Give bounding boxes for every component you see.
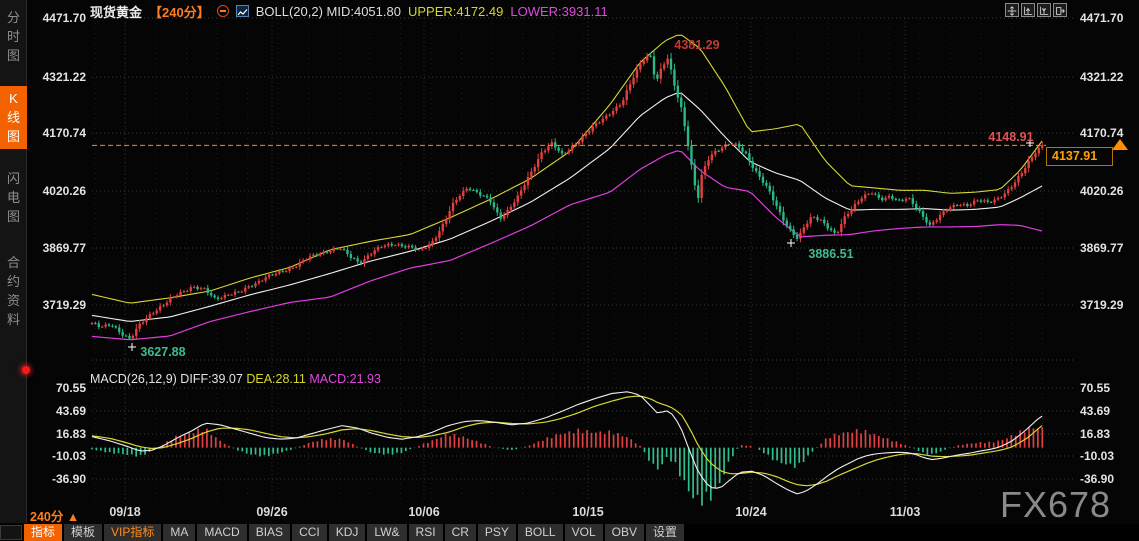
- exit-icon[interactable]: [1053, 3, 1067, 17]
- price-axis-label-right: 4471.70: [1080, 11, 1136, 25]
- macd-axis-label-left: 43.69: [30, 404, 86, 418]
- toolbar-button-MA[interactable]: MA: [163, 524, 195, 541]
- macd-axis-label-right: -36.90: [1080, 472, 1136, 486]
- price-annotation: 3627.88: [140, 345, 185, 359]
- toolbar-button-CCI[interactable]: CCI: [292, 524, 327, 541]
- date-axis-label: 10/24: [719, 505, 783, 519]
- price-axis-label-right: 4020.26: [1080, 184, 1136, 198]
- price-axis-label-left: 4321.22: [30, 70, 86, 84]
- macd-axis-label-left: -10.03: [30, 449, 86, 463]
- fx678-watermark: FX678: [1000, 484, 1111, 526]
- axis-zoom-in-icon[interactable]: [1021, 3, 1035, 17]
- macd-axis-label-left: -36.90: [30, 472, 86, 486]
- interval-footer-label[interactable]: 240分 ▲: [30, 506, 79, 525]
- toolbar-button-VOL[interactable]: VOL: [565, 524, 603, 541]
- sidebar-tab-2[interactable]: K线图: [0, 86, 27, 149]
- toolbar-button-MACD[interactable]: MACD: [197, 524, 246, 541]
- toolbar-button-OBV[interactable]: OBV: [605, 524, 644, 541]
- price-annotation: 4381.29: [674, 38, 719, 52]
- toolbar-button-KDJ[interactable]: KDJ: [329, 524, 366, 541]
- macd-axis-label-left: 70.55: [30, 381, 86, 395]
- price-axis-label-left: 4170.74: [30, 126, 86, 140]
- remove-indicator-icon[interactable]: [217, 5, 229, 17]
- price-annotation: 3886.51: [808, 247, 853, 261]
- date-axis-label: 09/26: [240, 505, 304, 519]
- date-axis-label: 10/06: [392, 505, 456, 519]
- price-axis-label-left: 4020.26: [30, 184, 86, 198]
- sidebar-tab-1[interactable]: 分时图: [0, 5, 27, 68]
- toolbar-button-设置[interactable]: 设置: [646, 524, 684, 541]
- chart-header: 现货黄金 【240分】 BOLL(20,2) MID:4051.80 UPPER…: [90, 2, 608, 20]
- toolbar-button-指标[interactable]: 指标: [24, 524, 62, 541]
- price-axis-label-left: 4471.70: [30, 11, 86, 25]
- sidebar-tab-4[interactable]: 合约资料: [0, 250, 27, 332]
- toolbar-button-LW&[interactable]: LW&: [367, 524, 406, 541]
- macd-axis-label-left: 16.83: [30, 427, 86, 441]
- price-axis-label-right: 3869.77: [1080, 241, 1136, 255]
- toolbar-button-BOLL[interactable]: BOLL: [518, 524, 563, 541]
- sidebar-tab-3[interactable]: 闪电图: [0, 166, 27, 229]
- price-axis-label-left: 3869.77: [30, 241, 86, 255]
- toolbar-corner-box[interactable]: [0, 525, 22, 540]
- macd-axis-label-right: -10.03: [1080, 449, 1136, 463]
- toolbar-button-RSI[interactable]: RSI: [409, 524, 443, 541]
- macd-axis-label-right: 43.69: [1080, 404, 1136, 418]
- move-icon[interactable]: [1005, 3, 1019, 17]
- toolbar-button-BIAS[interactable]: BIAS: [249, 524, 290, 541]
- alert-blink-icon: [22, 366, 30, 374]
- boll-upper-readout: UPPER:4172.49: [408, 4, 503, 19]
- toolbar-button-CR[interactable]: CR: [445, 524, 476, 541]
- macd-axis-label-right: 16.83: [1080, 427, 1136, 441]
- toolbar-button-模板[interactable]: 模板: [64, 524, 102, 541]
- chart-type-sidebar: 分时图 K线图闪电图合约资料: [0, 0, 27, 523]
- kline-chart-canvas: [0, 0, 1139, 541]
- chart-tool-icons: [1005, 3, 1067, 17]
- axis-zoom-out-icon[interactable]: [1037, 3, 1051, 17]
- price-axis-label-left: 3719.29: [30, 298, 86, 312]
- macd-diff-readout: MACD(26,12,9) DIFF:39.07: [90, 372, 243, 386]
- boll-mid-readout: BOLL(20,2) MID:4051.80: [256, 4, 401, 19]
- macd-axis-label-right: 70.55: [1080, 381, 1136, 395]
- indicator-toolbar: 指标模板VIP指标MAMACDBIASCCIKDJLW&RSICRPSYBOLL…: [0, 524, 1139, 541]
- current-price-badge: 4137.91: [1046, 147, 1113, 166]
- date-axis-label: 11/03: [873, 505, 937, 519]
- toolbar-button-PSY[interactable]: PSY: [478, 524, 516, 541]
- toolbar-button-VIP指标[interactable]: VIP指标: [104, 524, 161, 541]
- date-axis-label: 09/18: [93, 505, 157, 519]
- price-annotation: 4148.91: [988, 130, 1033, 144]
- instrument-title: 现货黄金: [90, 2, 142, 21]
- price-axis-label-right: 4321.22: [1080, 70, 1136, 84]
- boll-lower-readout: LOWER:3931.11: [510, 4, 607, 19]
- date-axis-label: 10/15: [556, 505, 620, 519]
- macd-dea-readout: DEA:28.11: [246, 372, 306, 386]
- price-axis-label-right: 3719.29: [1080, 298, 1136, 312]
- price-axis-label-right: 4170.74: [1080, 126, 1136, 140]
- interval-tag: 【240分】: [149, 2, 210, 21]
- chart-application: 分时图 K线图闪电图合约资料 现货黄金 【240分】 BOLL(20,2) MID…: [0, 0, 1139, 541]
- chart-type-icon[interactable]: [236, 5, 249, 17]
- macd-value-readout: MACD:21.93: [309, 372, 381, 386]
- macd-header: MACD(26,12,9) DIFF:39.07 DEA:28.11 MACD:…: [90, 372, 381, 386]
